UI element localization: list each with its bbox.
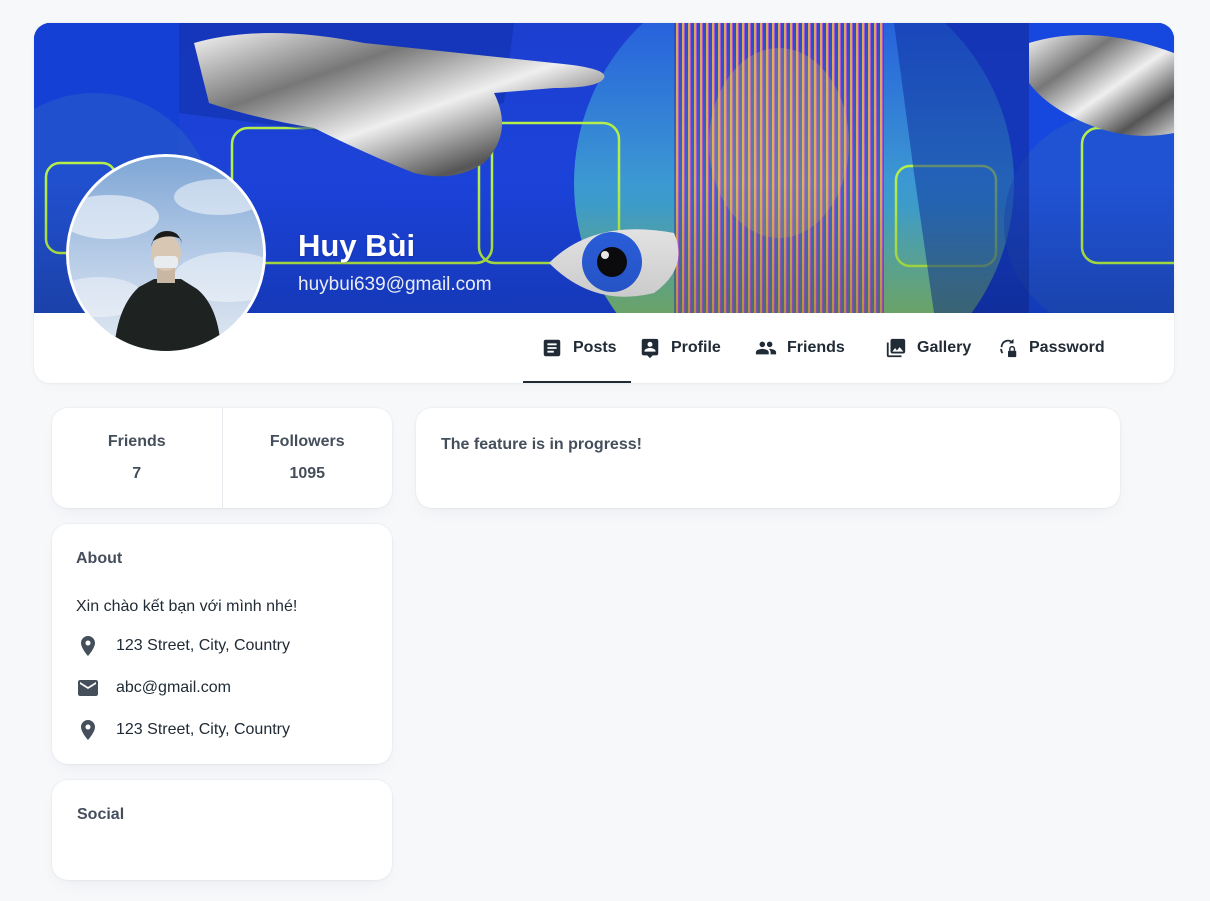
mail-icon bbox=[76, 676, 100, 700]
info-text: abc@gmail.com bbox=[116, 679, 231, 696]
feed-message: The feature is in progress! bbox=[441, 436, 642, 453]
photo-library-icon bbox=[885, 337, 907, 359]
tab-password[interactable]: Password bbox=[989, 313, 1119, 383]
location-icon bbox=[76, 634, 100, 658]
info-row-email: abc@gmail.com bbox=[76, 676, 368, 700]
tab-profile[interactable]: Profile bbox=[631, 313, 747, 383]
stat-label: Friends bbox=[107, 433, 166, 450]
avatar[interactable] bbox=[66, 154, 266, 354]
tab-password-label: Password bbox=[1029, 339, 1105, 356]
info-row-location: 123 Street, City, Country bbox=[76, 634, 368, 658]
info-text: 123 Street, City, Country bbox=[116, 721, 290, 738]
posts-feed-card: The feature is in progress! bbox=[416, 408, 1120, 508]
tab-gallery[interactable]: Gallery bbox=[877, 313, 989, 383]
contact-icon bbox=[639, 337, 661, 359]
profile-name: Huy Bùi bbox=[298, 228, 416, 263]
password-reset-icon bbox=[997, 337, 1019, 359]
location-icon bbox=[76, 718, 100, 742]
profile-header: Huy Bùi huybui639@gmail.com Posts Profil… bbox=[34, 23, 1174, 383]
tab-gallery-label: Gallery bbox=[917, 339, 972, 356]
article-icon bbox=[541, 337, 563, 359]
stat-value: 7 bbox=[132, 465, 142, 482]
stat-value: 1095 bbox=[289, 465, 326, 482]
profile-tabs: Posts Profile Friends Gallery Password bbox=[523, 313, 1119, 383]
social-card: Social bbox=[52, 780, 392, 880]
tab-friends-label: Friends bbox=[787, 339, 845, 356]
tab-posts-label: Posts bbox=[573, 339, 617, 356]
stats-card: Friends 7 Followers 1095 bbox=[52, 408, 392, 508]
social-title: Social bbox=[77, 806, 125, 823]
tab-friends[interactable]: Friends bbox=[747, 313, 877, 383]
info-text: 123 Street, City, Country bbox=[116, 637, 290, 654]
profile-email: huybui639@gmail.com bbox=[298, 274, 492, 295]
tab-posts[interactable]: Posts bbox=[523, 313, 631, 383]
people-icon bbox=[755, 337, 777, 359]
about-title: About bbox=[76, 550, 123, 567]
stat-label: Followers bbox=[269, 433, 345, 450]
tab-profile-label: Profile bbox=[671, 339, 721, 356]
about-intro: Xin chào kết bạn với mình nhé! bbox=[76, 598, 298, 615]
stat-friends[interactable]: Friends 7 bbox=[52, 408, 222, 508]
about-card: About Xin chào kết bạn với mình nhé! 123… bbox=[52, 524, 392, 764]
info-row-location: 123 Street, City, Country bbox=[76, 718, 368, 742]
stat-followers[interactable]: Followers 1095 bbox=[221, 408, 393, 508]
